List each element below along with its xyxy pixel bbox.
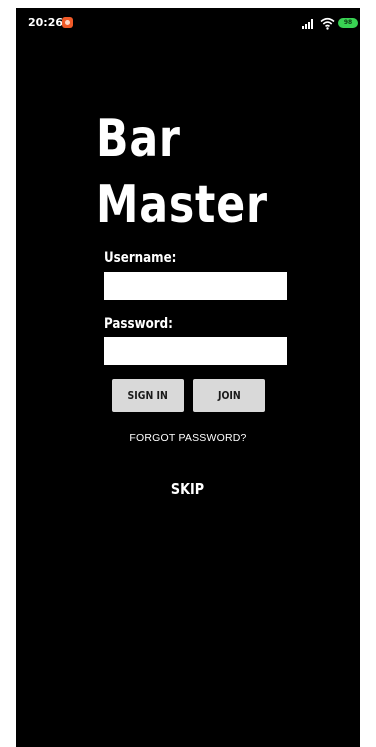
sign-in-button-label: SIGN IN [127, 389, 169, 402]
username-input[interactable] [104, 272, 287, 300]
app-title: Bar Master [96, 106, 285, 238]
app-title-line-2: Master [96, 175, 268, 235]
username-label: Username: [104, 250, 177, 266]
battery-icon: 98 [338, 18, 358, 28]
signal-icon [302, 19, 316, 29]
password-input[interactable] [104, 337, 287, 365]
wifi-icon [320, 17, 335, 30]
sign-in-button[interactable]: SIGN IN [112, 379, 184, 412]
join-button-label: JOIN [217, 389, 241, 402]
forgot-password-link[interactable]: FORGOT PASSWORD? [16, 432, 360, 444]
join-button[interactable]: JOIN [193, 379, 265, 412]
skip-link-label: SKIP [171, 480, 205, 498]
status-time: 20:26 [28, 16, 64, 29]
status-bar: 20:26 98 [16, 8, 360, 40]
password-label: Password: [104, 316, 173, 332]
app-screen: 20:26 98 Bar Master Username: Password: … [16, 8, 360, 747]
battery-level: 98 [343, 19, 353, 26]
skip-link[interactable]: SKIP [16, 480, 360, 498]
app-notification-icon [62, 17, 73, 28]
app-title-line-1: Bar [96, 109, 181, 169]
